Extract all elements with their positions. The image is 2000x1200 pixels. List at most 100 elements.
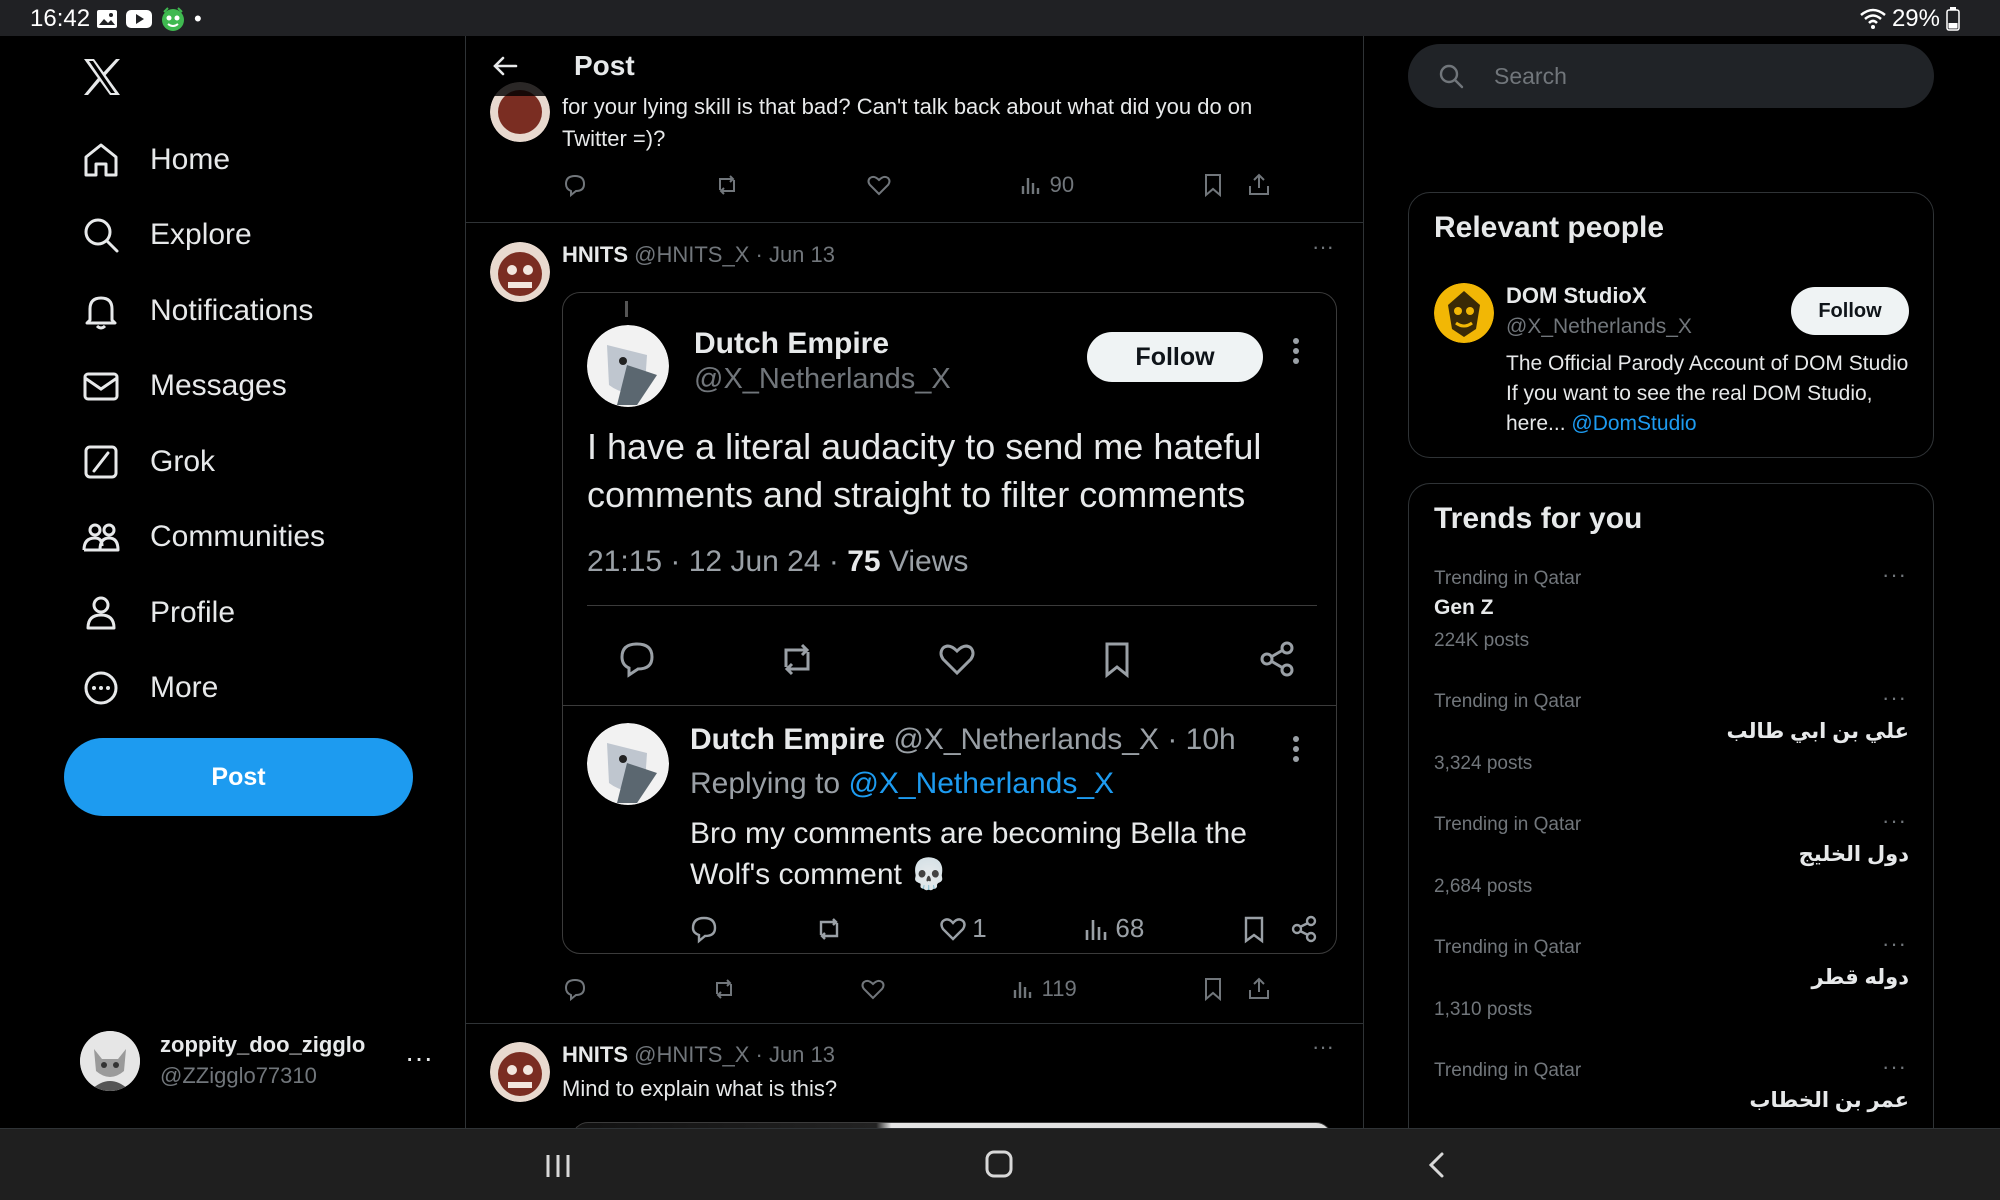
views-count: 90 — [1049, 172, 1075, 197]
trend-posts: 1,310 posts — [1434, 999, 1533, 1020]
bookmark-icon[interactable] — [1200, 976, 1226, 1002]
account-switcher[interactable]: zoppity_doo_zigglo @ZZigglo77310 ··· — [80, 1028, 440, 1094]
trend-context: Trending in Qatar — [1434, 937, 1582, 958]
trend-menu-icon[interactable]: ··· — [1882, 808, 1907, 834]
post-handle[interactable]: @HNITS_X — [634, 1042, 749, 1067]
reply-button[interactable] — [562, 976, 588, 1002]
bio-link[interactable]: @DomStudio — [1571, 412, 1696, 435]
trend-item[interactable]: Trending in Qatar ··· علي بن ابي طالب 3,… — [1409, 685, 1933, 814]
trend-menu-icon[interactable]: ··· — [1882, 931, 1907, 957]
card-divider — [563, 705, 1336, 706]
x-logo[interactable] — [82, 58, 122, 96]
bell-icon — [85, 296, 117, 330]
trend-item[interactable]: Trending in Qatar ··· Gen Z 224K posts — [1409, 562, 1933, 691]
post-author[interactable]: HNITS — [562, 242, 628, 267]
card-reply-age: · 10h — [1167, 723, 1236, 756]
repost-button[interactable] — [711, 976, 737, 1002]
sidebar-item-explore[interactable]: Explore — [80, 207, 252, 263]
post-handle[interactable]: @HNITS_X — [634, 242, 749, 267]
card-divider — [587, 605, 1317, 606]
post-date[interactable]: · Jun 13 — [756, 242, 836, 267]
views-button[interactable]: 90 — [1018, 172, 1074, 198]
like-button[interactable] — [866, 172, 892, 198]
heart-icon — [939, 644, 975, 676]
repost-button[interactable] — [714, 172, 740, 198]
share-icon[interactable] — [1246, 172, 1272, 198]
post-tools — [1200, 976, 1272, 1002]
card-text: I have a literal audacity to send me hat… — [587, 426, 1262, 515]
views-button[interactable]: 119 — [1010, 976, 1077, 1002]
reply-icon — [691, 916, 717, 944]
thread-line — [625, 301, 628, 317]
post-author[interactable]: HNITS — [562, 1042, 628, 1067]
card-reply-avatar — [587, 723, 669, 805]
battery-percent: 29% — [1891, 5, 1940, 32]
grok-icon — [84, 445, 118, 479]
home-nav-icon[interactable] — [984, 1149, 1014, 1179]
views-count: 119 — [1041, 976, 1077, 1001]
like-button[interactable] — [860, 976, 886, 1002]
card-reply-views: 68 — [1081, 913, 1144, 944]
repost-icon — [784, 643, 810, 676]
sidebar-item-profile[interactable]: Profile — [80, 585, 235, 641]
trend-name: دول الخليج — [1798, 843, 1909, 866]
card-time: 21:15 · 12 Jun 24 · — [587, 545, 839, 578]
account-menu-icon[interactable]: ··· — [405, 1042, 433, 1074]
back-nav-icon[interactable] — [1426, 1151, 1448, 1179]
trend-item[interactable]: Trending in Qatar ··· دوله قطر 1,310 pos… — [1409, 931, 1933, 1060]
sidebar-item-messages[interactable]: Messages — [80, 358, 287, 414]
post-date[interactable]: · Jun 13 — [756, 1042, 836, 1067]
search-input[interactable]: Search — [1494, 63, 1567, 90]
card-views-label: Views — [888, 545, 969, 578]
reply-button[interactable] — [562, 172, 588, 198]
app-notification-icon — [162, 7, 184, 31]
trend-context: Trending in Qatar — [1434, 568, 1582, 589]
share-icon[interactable] — [1246, 976, 1272, 1002]
sidebar-item-notifications[interactable]: Notifications — [80, 283, 313, 339]
bookmark-icon[interactable] — [1200, 172, 1226, 198]
sidebar-item-more[interactable]: More — [80, 660, 218, 716]
back-arrow-icon[interactable] — [492, 53, 518, 79]
trend-item[interactable]: Trending in Qatar ··· دول الخليج 2,684 p… — [1409, 808, 1933, 937]
reply-icon — [564, 978, 586, 1002]
post-button[interactable]: Post — [64, 738, 413, 816]
sidebar-item-grok[interactable]: Grok — [80, 434, 215, 490]
trend-menu-icon[interactable]: ··· — [1882, 1054, 1907, 1080]
reply-icon — [564, 174, 586, 198]
search-bar[interactable]: Search — [1408, 44, 1934, 108]
post-menu-icon[interactable]: ··· — [1312, 234, 1334, 260]
divider — [466, 1023, 1363, 1024]
sidebar-item-label: Profile — [150, 596, 236, 629]
sidebar-item-communities[interactable]: Communities — [80, 509, 325, 565]
avatar[interactable] — [490, 242, 550, 302]
recent-apps-icon[interactable] — [544, 1153, 572, 1179]
post-image[interactable]: Dutch Empire @X_Netherlands_X Follow I h… — [562, 292, 1337, 954]
trend-context: Trending in Qatar — [1434, 814, 1582, 835]
avatar[interactable] — [1434, 283, 1494, 343]
trend-menu-icon[interactable]: ··· — [1882, 562, 1907, 588]
card-avatar — [587, 325, 669, 407]
card-replying-to: Replying to @X_Netherlands_X — [690, 767, 1114, 801]
sidebar-item-label: Messages — [150, 369, 287, 402]
status-dot: • — [194, 6, 202, 31]
card-reply-kebab-icon — [1293, 735, 1299, 763]
card-author: Dutch Empire — [694, 327, 890, 360]
card-reply-text: Bro my comments are becoming Bella the W… — [690, 817, 1247, 891]
status-icons: • — [96, 6, 202, 32]
sidebar-item-label: Notifications — [150, 294, 314, 327]
sidebar-item-home[interactable]: Home — [80, 132, 230, 188]
card-kebab-icon — [1293, 337, 1299, 365]
avatar[interactable] — [490, 1042, 550, 1102]
post-meta: HNITS @HNITS_X · Jun 13 — [562, 1042, 835, 1068]
post-text: Mind to explain what is this? — [562, 1076, 838, 1101]
trend-menu-icon[interactable]: ··· — [1882, 685, 1907, 711]
follow-button[interactable]: Follow — [1791, 287, 1909, 335]
card-timestamp: 21:15 · 12 Jun 24 · 75 Views — [587, 545, 968, 579]
person-name[interactable]: DOM StudioX — [1506, 283, 1647, 309]
trend-item[interactable]: Trending in Qatar ··· عمر بن الخطاب — [1409, 1054, 1933, 1130]
post-menu-icon[interactable]: ··· — [1312, 1034, 1334, 1060]
person-handle[interactable]: @X_Netherlands_X — [1506, 315, 1692, 339]
card-follow-button: Follow — [1087, 332, 1263, 382]
search-icon — [84, 218, 119, 253]
heart-icon — [861, 979, 885, 1000]
